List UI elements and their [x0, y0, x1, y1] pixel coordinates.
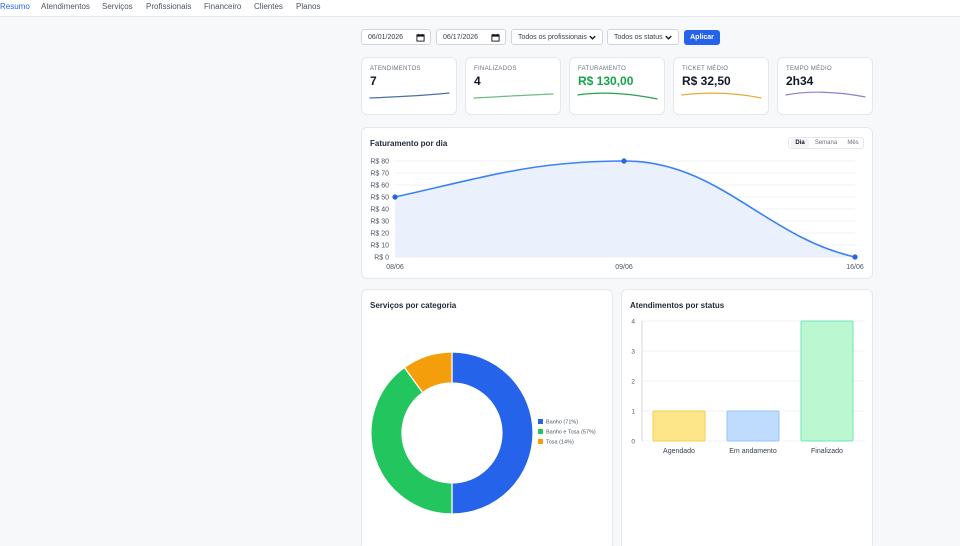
- kpi-value: 2h34: [786, 74, 814, 88]
- y-tick-label: 2: [631, 379, 635, 386]
- nav-item-planos[interactable]: Planos: [296, 2, 320, 11]
- date-to-value: 06/17/2026: [443, 34, 479, 41]
- categories-panel: Serviços por categoria Banho (71%) Banho …: [361, 289, 613, 546]
- x-tick-label: Finalizado: [811, 448, 843, 455]
- revenue-panel: Faturamento por dia Dia Semana Mês R$ 0R…: [361, 127, 873, 279]
- y-tick-label: 0: [631, 439, 635, 446]
- legend-swatch: [538, 439, 543, 444]
- kpi-label: TEMPO MÉDIO: [786, 66, 832, 72]
- y-tick-label: R$ 80: [370, 159, 389, 166]
- y-tick-label: R$ 0: [374, 255, 389, 262]
- bar: [726, 410, 780, 442]
- nav-item-financeiro[interactable]: Financeiro: [204, 2, 241, 11]
- kpi-value: 4: [474, 74, 481, 88]
- calendar-icon: [416, 33, 425, 42]
- x-tick-label: 09/06: [615, 264, 633, 271]
- data-point: [621, 158, 627, 164]
- y-tick-label: R$ 50: [370, 195, 389, 202]
- sparkline-path: [577, 92, 658, 100]
- kpi-label: TICKET MÉDIO: [682, 66, 729, 72]
- legend-swatch: [538, 429, 543, 434]
- nav-item-clientes[interactable]: Clientes: [254, 2, 283, 11]
- sparkline: [369, 92, 450, 99]
- x-tick-label: Em andamento: [729, 448, 777, 455]
- sparkline-path: [473, 93, 554, 99]
- calendar-icon: [491, 33, 500, 42]
- chevron-down-icon: [589, 35, 596, 40]
- y-tick-label: R$ 30: [370, 219, 389, 226]
- revenue-line-chart: R$ 0 R$ 10 R$ 20 R$ 30 R$ 40 R$ 50 R$ 60 R$ 70 R…: [370, 158, 864, 271]
- apply-button[interactable]: Aplicar: [684, 30, 720, 45]
- x-tick-label: Agendado: [663, 448, 695, 455]
- status-select-value: Todos os status: [614, 34, 663, 41]
- sparkline-path: [681, 92, 762, 99]
- y-tick-label: R$ 70: [370, 171, 389, 178]
- legend-label: Tosa (14%): [546, 440, 574, 446]
- sparkline: [785, 91, 866, 98]
- bar: [800, 320, 854, 442]
- nav-item-servicos[interactable]: Serviços: [102, 2, 133, 11]
- status-bar-chart: 0 1 2 3 4 Agendado Em andamento Finalizado: [631, 319, 865, 455]
- y-tick-label: R$ 40: [370, 207, 389, 214]
- status-panel: Atendimentos por status 0 1 2 3 4 Agendado Em …: [621, 289, 873, 546]
- legend-label: Banho (71%): [546, 420, 578, 426]
- kpi-label: ATENDIMENTOS: [370, 66, 421, 72]
- date-from-input[interactable]: 06/01/2026: [361, 29, 431, 45]
- nav-item-atendimentos[interactable]: Atendimentos: [41, 2, 90, 11]
- y-tick-label: 4: [631, 319, 635, 326]
- y-tick-label: R$ 60: [370, 183, 389, 190]
- kpi-card-tempo-medio: TEMPO MÉDIO 2h34: [777, 57, 873, 115]
- kpi-card-finalizados: FINALIZADOS 4: [465, 57, 561, 115]
- kpi-card-atendimentos: ATENDIMENTOS 7: [361, 57, 457, 115]
- sparkline: [577, 92, 658, 100]
- y-tick-label: R$ 20: [370, 231, 389, 238]
- kpi-value: R$ 32,50: [682, 74, 731, 88]
- status-select[interactable]: Todos os status: [607, 29, 679, 45]
- date-to-input[interactable]: 06/17/2026: [436, 29, 506, 45]
- data-point: [852, 254, 858, 260]
- x-tick-label: 08/06: [386, 264, 404, 271]
- y-tick-label: 1: [631, 409, 635, 416]
- sparkline-path: [785, 91, 866, 98]
- donut-slice: [451, 351, 534, 515]
- categories-donut-chart: Banho (71%) Banho e Tosa (57%) Tosa (14%): [370, 351, 596, 515]
- data-point: [392, 194, 398, 200]
- kpi-value: R$ 130,00: [578, 74, 634, 88]
- top-nav: Resumo Atendimentos Serviços Profissiona…: [0, 0, 960, 17]
- donut-slice: [370, 366, 453, 515]
- date-from-value: 06/01/2026: [368, 34, 404, 41]
- kpi-card-ticket-medio: TICKET MÉDIO R$ 32,50: [673, 57, 769, 115]
- sparkline-path: [369, 92, 450, 99]
- y-tick-label: R$ 10: [370, 243, 389, 250]
- sparkline: [681, 92, 762, 99]
- kpi-card-faturamento: FATURAMENTO R$ 130,00: [569, 57, 665, 115]
- bar: [652, 410, 706, 442]
- nav-item-profissionais[interactable]: Profissionais: [146, 2, 191, 11]
- kpi-value: 7: [370, 74, 377, 88]
- kpi-label: FINALIZADOS: [474, 66, 517, 72]
- chevron-down-icon: [665, 35, 672, 40]
- legend-swatch: [538, 419, 543, 424]
- kpi-label: FATURAMENTO: [578, 66, 627, 72]
- nav-item-resumo[interactable]: Resumo: [0, 2, 30, 11]
- sparkline: [473, 93, 554, 99]
- legend-label: Banho e Tosa (57%): [546, 430, 596, 436]
- y-tick-label: 3: [631, 349, 635, 356]
- professional-select[interactable]: Todos os profissionais: [511, 29, 603, 45]
- x-tick-label: 16/06: [846, 264, 864, 271]
- professional-select-value: Todos os profissionais: [518, 34, 587, 41]
